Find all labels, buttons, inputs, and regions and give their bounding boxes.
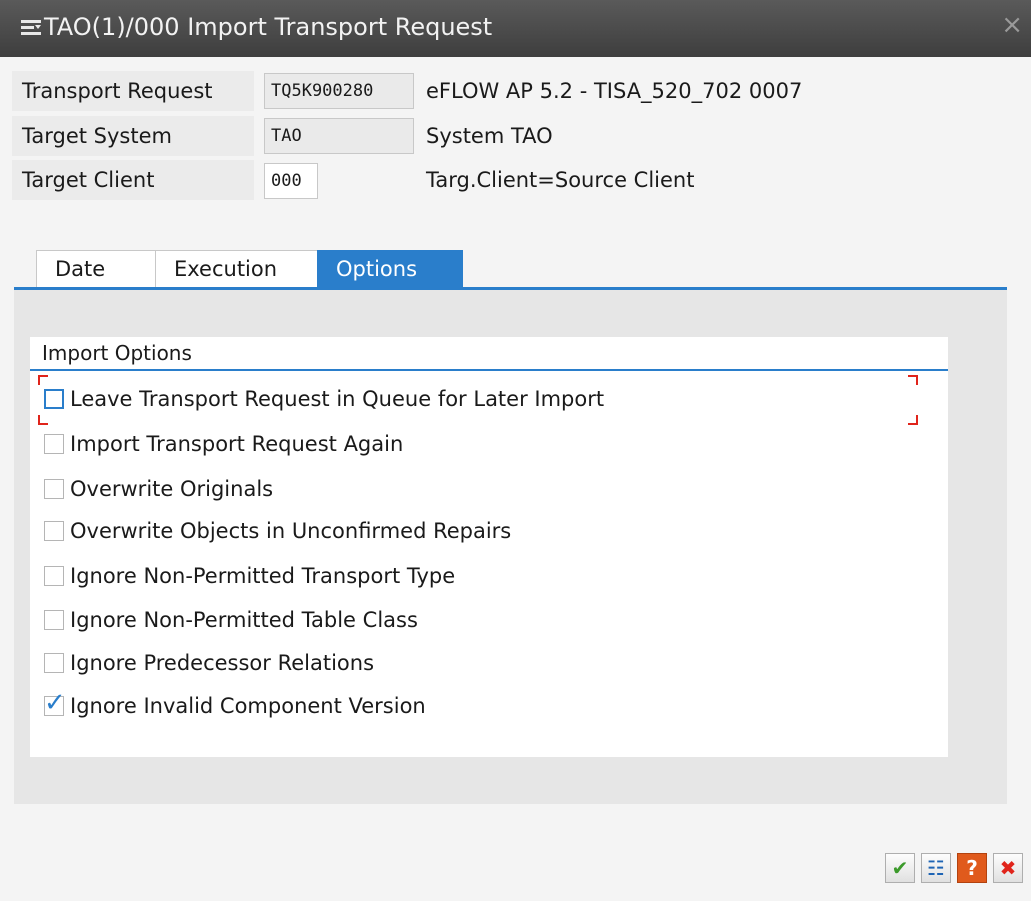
- option-ignore-predecessor[interactable]: Ignore Predecessor Relations: [44, 648, 374, 678]
- tab-options[interactable]: Options: [317, 250, 463, 287]
- dialog-buttons: ✔ ☷ ? ✖: [885, 853, 1023, 883]
- option-ignore-component-version[interactable]: ✓ Ignore Invalid Component Version: [44, 688, 426, 721]
- checkbox[interactable]: [44, 479, 64, 499]
- cancel-button[interactable]: ✖: [993, 853, 1023, 883]
- option-label: Ignore Non-Permitted Transport Type: [70, 564, 456, 588]
- checkbox-checked[interactable]: ✓: [44, 688, 66, 718]
- option-label: Import Transport Request Again: [70, 432, 404, 456]
- checkbox[interactable]: [44, 610, 64, 630]
- group-divider: [30, 369, 948, 371]
- window-menu-icon[interactable]: [20, 18, 42, 38]
- checkbox[interactable]: [44, 566, 64, 586]
- checkmark-icon: ✓: [44, 688, 66, 718]
- option-label: Ignore Predecessor Relations: [70, 651, 375, 675]
- close-icon[interactable]: ×: [1001, 10, 1023, 40]
- transport-button[interactable]: ☷: [921, 853, 951, 883]
- target-client-description: Targ.Client=Source Client: [426, 168, 695, 192]
- option-label: Overwrite Originals: [70, 477, 274, 501]
- option-label: Ignore Invalid Component Version: [70, 694, 426, 718]
- option-import-again[interactable]: Import Transport Request Again: [44, 429, 403, 459]
- target-system-description: System TAO: [426, 124, 553, 148]
- checkbox[interactable]: [44, 389, 64, 409]
- import-options-group: Import Options Leave Transport Request i…: [30, 337, 948, 757]
- target-system-field[interactable]: TAO: [264, 118, 414, 154]
- tab-strip: Date Execution Options: [36, 250, 463, 287]
- help-button[interactable]: ?: [957, 853, 987, 883]
- checkbox[interactable]: [44, 521, 64, 541]
- target-client-label: Target Client: [12, 160, 254, 200]
- option-label: Ignore Non-Permitted Table Class: [70, 608, 418, 632]
- checkbox[interactable]: [44, 653, 64, 673]
- transport-icon: ☷: [927, 856, 945, 880]
- option-label: Overwrite Objects in Unconfirmed Repairs: [70, 519, 512, 543]
- check-icon: ✔: [891, 856, 909, 880]
- cancel-icon: ✖: [999, 856, 1017, 880]
- confirm-button[interactable]: ✔: [885, 853, 915, 883]
- option-ignore-table-class[interactable]: Ignore Non-Permitted Table Class: [44, 605, 418, 635]
- option-overwrite-unconfirmed-repairs[interactable]: Overwrite Objects in Unconfirmed Repairs: [44, 516, 511, 546]
- option-overwrite-originals[interactable]: Overwrite Originals: [44, 474, 273, 504]
- focus-bracket-bottom-left: [38, 415, 48, 425]
- target-client-field[interactable]: 000: [264, 163, 318, 199]
- import-options-title: Import Options: [42, 341, 192, 365]
- tab-execution[interactable]: Execution: [155, 250, 318, 287]
- checkbox[interactable]: [44, 434, 64, 454]
- tab-date[interactable]: Date: [36, 250, 156, 287]
- help-icon: ?: [966, 856, 978, 880]
- transport-request-description: eFLOW AP 5.2 - TISA_520_702 0007: [426, 79, 803, 103]
- focus-bracket-bottom-right: [908, 415, 918, 425]
- option-ignore-transport-type[interactable]: Ignore Non-Permitted Transport Type: [44, 561, 455, 591]
- focus-bracket-top-right: [908, 375, 918, 385]
- option-label: Leave Transport Request in Queue for Lat…: [70, 387, 605, 411]
- target-system-label: Target System: [12, 116, 254, 156]
- import-transport-dialog: TAO(1)/000 Import Transport Request × Tr…: [0, 0, 1031, 901]
- option-leave-in-queue[interactable]: Leave Transport Request in Queue for Lat…: [44, 384, 604, 414]
- window-title: TAO(1)/000 Import Transport Request: [44, 13, 493, 41]
- transport-request-field[interactable]: TQ5K900280: [264, 73, 414, 109]
- title-bar: TAO(1)/000 Import Transport Request ×: [0, 0, 1031, 57]
- transport-request-label: Transport Request: [12, 71, 254, 111]
